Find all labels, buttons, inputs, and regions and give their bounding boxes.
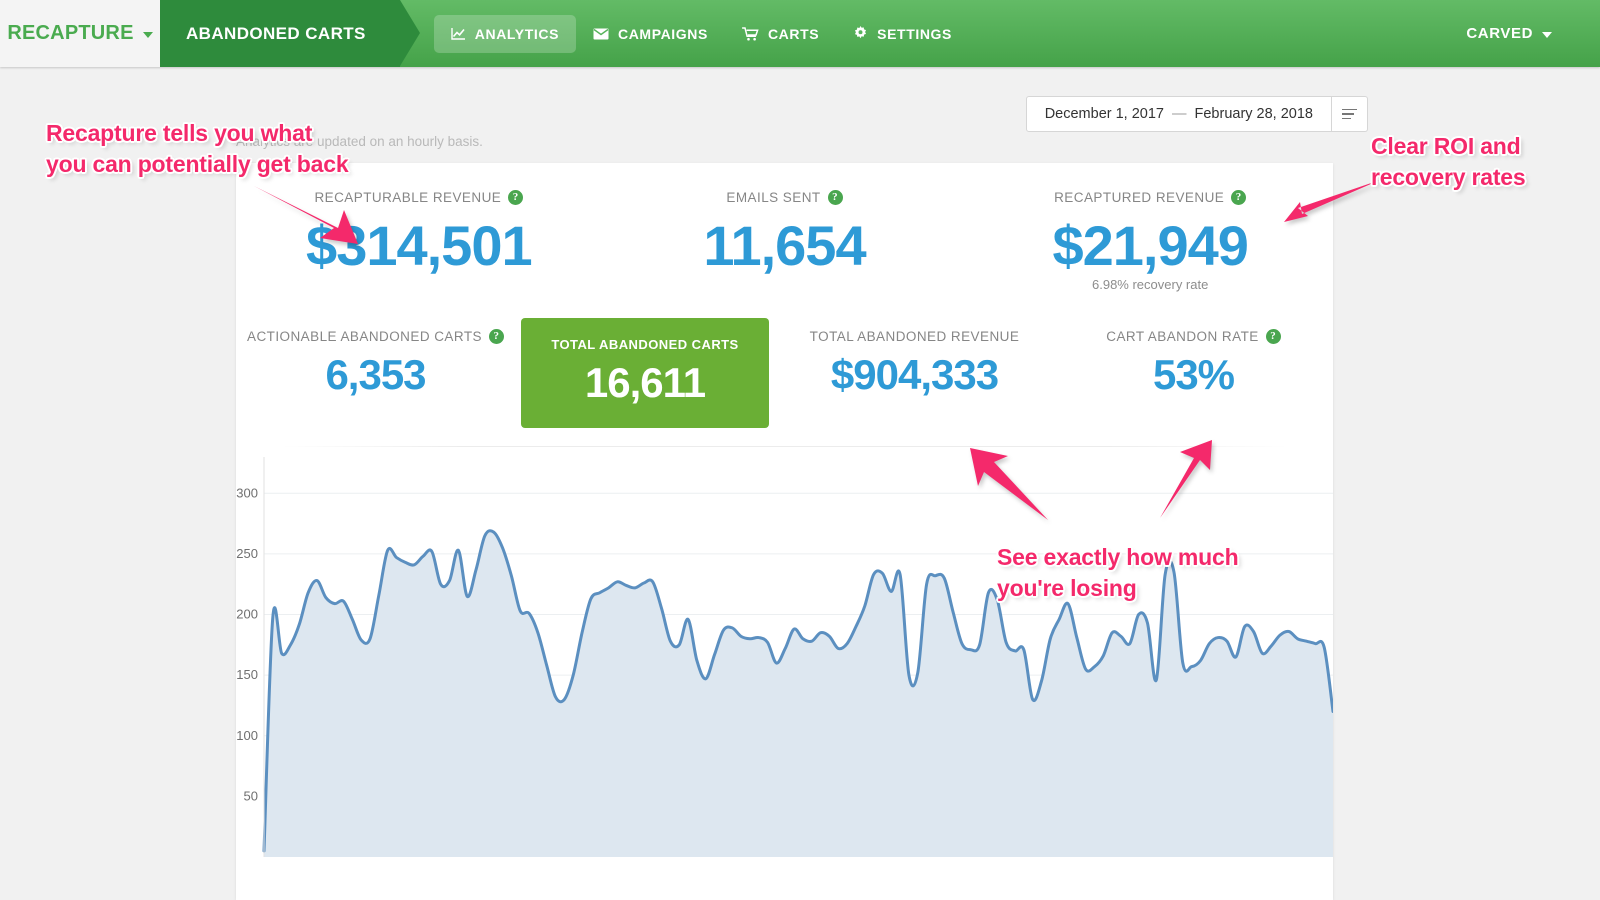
user-account-menu[interactable]: CARVED	[1466, 0, 1600, 67]
secondary-kpi-row: ACTIONABLE ABANDONED CARTS ? 6,353 TOTAL…	[236, 318, 1333, 428]
kpi-value: 6,353	[236, 350, 515, 400]
chart-line-icon	[451, 27, 466, 40]
annotation-top-right: Clear ROI and recovery rates	[1371, 131, 1525, 193]
kpi-sub-label: 6.98% recovery rate	[967, 277, 1333, 292]
kpi-label: TOTAL ABANDONED CARTS	[551, 337, 738, 352]
kpi-label-text: ACTIONABLE ABANDONED CARTS	[247, 329, 482, 344]
kpi-value: 11,654	[602, 213, 968, 279]
help-icon[interactable]: ?	[489, 329, 504, 344]
date-range-separator: —	[1172, 106, 1187, 122]
annotation-line: Recapture tells you what	[46, 118, 348, 149]
nav-item-campaigns[interactable]: CAMPAIGNS	[576, 15, 725, 53]
kpi-label: TOTAL ABANDONED REVENUE	[810, 329, 1020, 344]
kpi-label-text: CART ABANDON RATE	[1106, 329, 1258, 344]
annotation-line: See exactly how much	[997, 542, 1238, 573]
kpi-label: ACTIONABLE ABANDONED CARTS ?	[247, 329, 504, 344]
brand-label: RECAPTURE	[7, 22, 133, 45]
shopping-cart-icon	[742, 27, 759, 41]
annotation-arrow-abandon-rate	[1150, 440, 1218, 520]
top-navbar: RECAPTURE ABANDONED CARTS ANALYTICS CAMP…	[0, 0, 1600, 67]
date-range-end: February 28, 2018	[1195, 106, 1314, 122]
nav-item-label: SETTINGS	[877, 26, 952, 42]
help-icon[interactable]: ?	[1231, 190, 1246, 205]
section-divider	[282, 446, 1287, 447]
gear-icon	[853, 26, 868, 41]
svg-text:150: 150	[236, 667, 258, 682]
annotation-top-left: Recapture tells you what you can potenti…	[46, 118, 348, 180]
chevron-down-icon	[1542, 32, 1552, 38]
svg-text:50: 50	[244, 788, 258, 803]
kpi-label: CART ABANDON RATE ?	[1106, 329, 1280, 344]
kpi-total-abandoned-carts[interactable]: TOTAL ABANDONED CARTS 16,611	[521, 318, 769, 428]
nav-item-analytics[interactable]: ANALYTICS	[434, 15, 576, 53]
kpi-label: RECAPTURED REVENUE ?	[1054, 190, 1246, 205]
brand-menu[interactable]: RECAPTURE	[0, 0, 160, 67]
help-icon[interactable]: ?	[828, 190, 843, 205]
svg-text:200: 200	[236, 606, 258, 621]
svg-text:250: 250	[236, 546, 258, 561]
nav-item-label: CAMPAIGNS	[618, 26, 708, 42]
help-icon[interactable]: ?	[508, 190, 523, 205]
kpi-recaptured-revenue: RECAPTURED REVENUE ? $21,949 6.98% recov…	[967, 189, 1333, 292]
annotation-line: you can potentially get back	[46, 149, 348, 180]
date-range-start: December 1, 2017	[1045, 106, 1164, 122]
kpi-total-abandoned-revenue: TOTAL ABANDONED REVENUE $904,333	[775, 318, 1054, 400]
user-account-label: CARVED	[1466, 25, 1533, 42]
annotation-line: you're losing	[997, 573, 1238, 604]
nav-item-label: CARTS	[768, 26, 819, 42]
kpi-label: EMAILS SENT ?	[726, 190, 842, 205]
svg-text:100: 100	[236, 727, 258, 742]
annotation-bottom: See exactly how much you're losing	[997, 542, 1238, 604]
nav-links: ANALYTICS CAMPAIGNS CARTS SETTINGS	[400, 0, 1467, 67]
kpi-emails-sent: EMAILS SENT ? 11,654	[602, 189, 968, 292]
annotation-line: recovery rates	[1371, 162, 1525, 193]
help-icon[interactable]: ?	[1266, 329, 1281, 344]
section-tab-label: ABANDONED CARTS	[186, 24, 366, 44]
kpi-value: 16,611	[531, 358, 759, 408]
kpi-label-text: RECAPTURED REVENUE	[1054, 190, 1224, 205]
kpi-value: 53%	[1054, 350, 1333, 400]
kpi-value: $904,333	[775, 350, 1054, 400]
chevron-down-icon	[143, 32, 153, 38]
nav-item-settings[interactable]: SETTINGS	[836, 15, 969, 53]
date-range-picker[interactable]: December 1, 2017 — February 28, 2018	[1026, 96, 1332, 132]
kpi-actionable-abandoned-carts: ACTIONABLE ABANDONED CARTS ? 6,353	[236, 318, 515, 400]
date-range-options-button[interactable]	[1332, 96, 1368, 132]
nav-item-label: ANALYTICS	[475, 26, 559, 42]
date-range-toolbar: December 1, 2017 — February 28, 2018	[1026, 96, 1368, 132]
analytics-card: RECAPTURABLE REVENUE ? $314,501 EMAILS S…	[236, 163, 1333, 900]
primary-kpi-row: RECAPTURABLE REVENUE ? $314,501 EMAILS S…	[236, 163, 1333, 292]
kpi-label-text: TOTAL ABANDONED REVENUE	[810, 329, 1020, 344]
kpi-label-text: EMAILS SENT	[726, 190, 820, 205]
list-options-icon	[1342, 109, 1357, 120]
envelope-icon	[593, 28, 609, 40]
section-tab-abandoned-carts[interactable]: ABANDONED CARTS	[160, 0, 400, 67]
kpi-cart-abandon-rate: CART ABANDON RATE ? 53%	[1054, 318, 1333, 400]
app-root: RECAPTURE ABANDONED CARTS ANALYTICS CAMP…	[0, 0, 1600, 900]
annotation-arrow-recapturable	[252, 182, 362, 248]
svg-text:300: 300	[236, 485, 258, 500]
kpi-value: $21,949	[967, 213, 1333, 279]
annotation-line: Clear ROI and	[1371, 131, 1525, 162]
annotation-arrow-abandoned-revenue	[962, 446, 1050, 522]
annotation-arrow-recaptured	[1282, 178, 1382, 234]
kpi-label-text: TOTAL ABANDONED CARTS	[551, 337, 738, 352]
nav-item-carts[interactable]: CARTS	[725, 15, 836, 53]
